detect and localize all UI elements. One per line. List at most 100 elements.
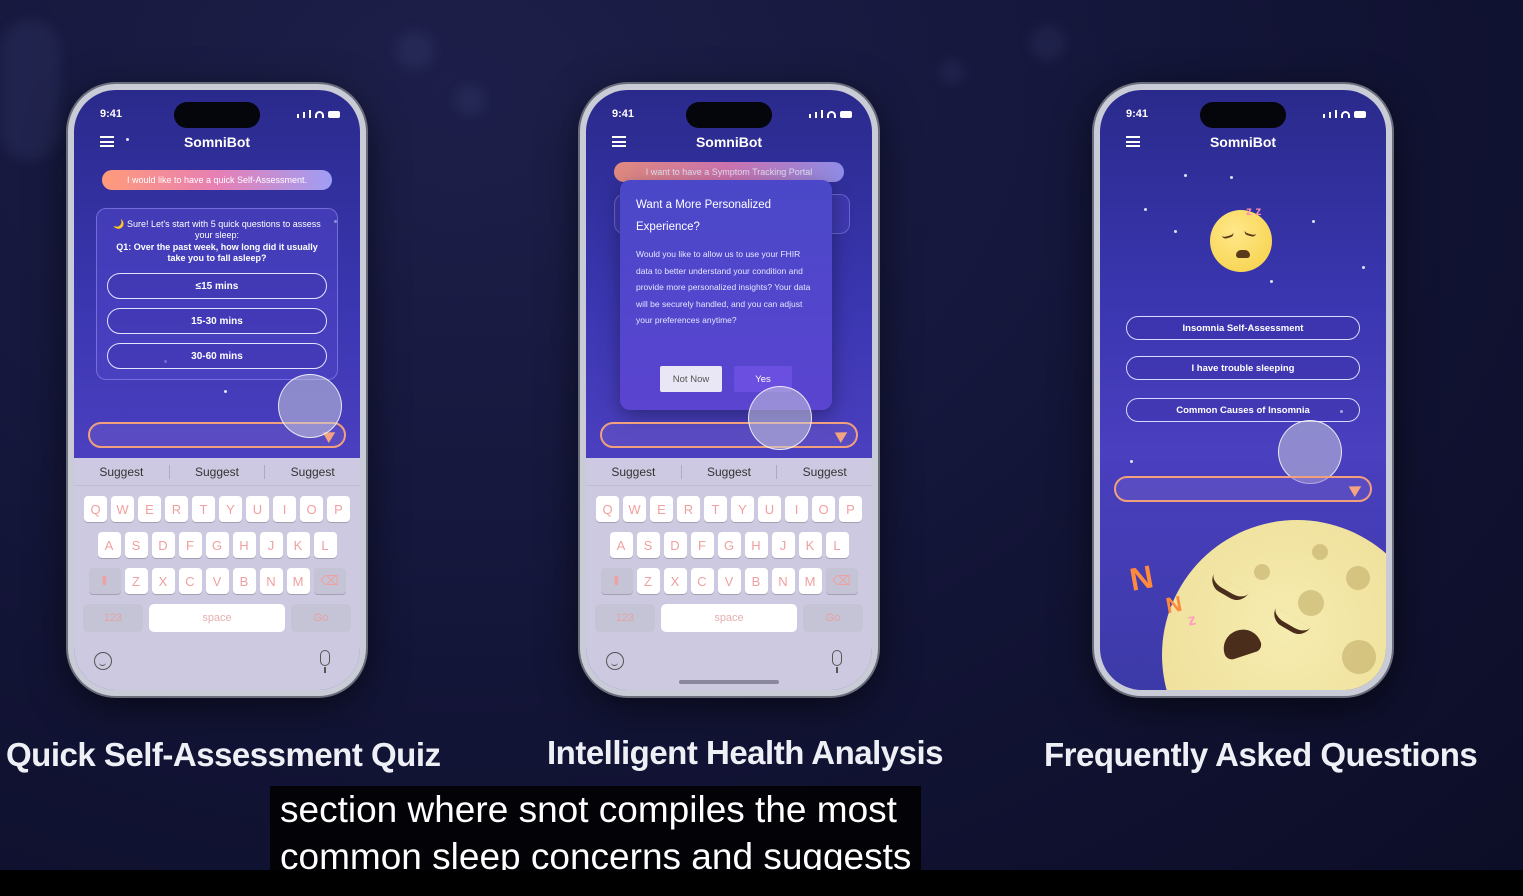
emoji-icon[interactable] (94, 652, 112, 670)
key[interactable]: U (246, 496, 269, 522)
key[interactable]: T (704, 496, 727, 522)
numbers-key[interactable]: 123 (83, 604, 143, 632)
shift-icon[interactable]: ⬆ (88, 568, 121, 594)
key[interactable]: X (151, 568, 175, 594)
space-key[interactable]: space (661, 604, 797, 632)
option-button[interactable]: 15-30 mins (107, 308, 327, 334)
key[interactable]: H (744, 532, 768, 558)
key[interactable]: F (690, 532, 714, 558)
key-row-3: ⬆ Z X C V B N M ⌫ (74, 568, 360, 594)
key[interactable]: R (165, 496, 188, 522)
key[interactable]: S (636, 532, 660, 558)
backspace-icon[interactable]: ⌫ (825, 568, 858, 594)
key[interactable]: E (650, 496, 673, 522)
key[interactable]: O (300, 496, 323, 522)
key[interactable]: O (812, 496, 835, 522)
emoji-icon[interactable] (606, 652, 624, 670)
status-time: 9:41 (100, 108, 123, 120)
key[interactable]: Y (731, 496, 754, 522)
go-key[interactable]: Go (291, 604, 351, 632)
suggestion-item[interactable]: Suggest (264, 464, 360, 479)
key[interactable]: Z (124, 568, 148, 594)
suggestion-item[interactable]: Suggest (776, 464, 872, 479)
key[interactable]: Y (219, 496, 242, 522)
send-icon[interactable] (1348, 481, 1365, 497)
key-row-bottom: 123 space Go (586, 604, 872, 632)
keyboard-footer (74, 650, 360, 676)
key-row-2: A S D F G H J K L (74, 532, 360, 558)
key-row-2: A S D F G H J K L (586, 532, 872, 558)
key[interactable]: M (798, 568, 822, 594)
option-button[interactable]: ≤15 mins (107, 273, 327, 299)
status-icons (809, 110, 852, 118)
key[interactable]: Q (596, 496, 619, 522)
key[interactable]: M (286, 568, 310, 594)
key[interactable]: J (771, 532, 795, 558)
key[interactable]: N (771, 568, 795, 594)
key[interactable]: A (609, 532, 633, 558)
key[interactable]: E (138, 496, 161, 522)
key[interactable]: W (623, 496, 646, 522)
battery-icon (1354, 111, 1366, 118)
key[interactable]: K (798, 532, 822, 558)
option-button[interactable]: 30-60 mins (107, 343, 327, 369)
key[interactable]: V (205, 568, 229, 594)
faq-item[interactable]: I have trouble sleeping (1126, 356, 1360, 380)
key[interactable]: T (192, 496, 215, 522)
suggestion-item[interactable]: Suggest (168, 464, 265, 479)
key[interactable]: D (663, 532, 687, 558)
key[interactable]: C (178, 568, 202, 594)
mic-icon[interactable] (320, 650, 330, 673)
suggestion-item[interactable]: Suggest (680, 464, 777, 479)
key[interactable]: I (273, 496, 296, 522)
key[interactable]: L (825, 532, 849, 558)
faq-item[interactable]: Insomnia Self-Assessment (1126, 316, 1360, 340)
key[interactable]: K (286, 532, 310, 558)
go-key[interactable]: Go (803, 604, 863, 632)
key[interactable]: V (717, 568, 741, 594)
key[interactable]: D (151, 532, 175, 558)
key[interactable]: H (232, 532, 256, 558)
wifi-icon (315, 111, 324, 118)
key[interactable]: B (744, 568, 768, 594)
consent-dialog: Want a More Personalized Experience? Wou… (620, 180, 832, 410)
suggestion-item[interactable]: Suggest (74, 465, 169, 479)
key[interactable]: C (690, 568, 714, 594)
key[interactable]: I (785, 496, 808, 522)
key[interactable]: G (717, 532, 741, 558)
faq-item[interactable]: Common Causes of Insomnia (1126, 398, 1360, 422)
key[interactable]: L (313, 532, 337, 558)
keyboard: Suggest Suggest Suggest Q W E R T Y U I … (586, 458, 872, 690)
not-now-button[interactable]: Not Now (660, 366, 722, 392)
touch-indicator (1278, 420, 1342, 484)
key[interactable]: G (205, 532, 229, 558)
shift-icon[interactable]: ⬆ (600, 568, 633, 594)
dialog-title: Want a More Personalized Experience? (636, 199, 772, 233)
key[interactable]: A (97, 532, 121, 558)
message-input[interactable] (1114, 476, 1372, 502)
key[interactable]: F (178, 532, 202, 558)
mic-icon[interactable] (832, 650, 842, 673)
key[interactable]: U (758, 496, 781, 522)
key[interactable]: N (259, 568, 283, 594)
key[interactable]: Q (84, 496, 107, 522)
dynamic-island (686, 102, 772, 128)
send-icon[interactable] (834, 427, 851, 443)
key[interactable]: W (111, 496, 134, 522)
key-row-bottom: 123 space Go (74, 604, 360, 632)
key[interactable]: B (232, 568, 256, 594)
key[interactable]: P (327, 496, 350, 522)
suggestion-bar: Suggest Suggest Suggest (586, 458, 872, 486)
key[interactable]: R (677, 496, 700, 522)
space-key[interactable]: space (149, 604, 285, 632)
backspace-icon[interactable]: ⌫ (313, 568, 346, 594)
status-icons (297, 110, 340, 118)
key[interactable]: J (259, 532, 283, 558)
key[interactable]: X (663, 568, 687, 594)
message-input[interactable] (600, 422, 858, 448)
key[interactable]: Z (636, 568, 660, 594)
key[interactable]: S (124, 532, 148, 558)
numbers-key[interactable]: 123 (595, 604, 655, 632)
suggestion-item[interactable]: Suggest (586, 465, 681, 479)
key[interactable]: P (839, 496, 862, 522)
